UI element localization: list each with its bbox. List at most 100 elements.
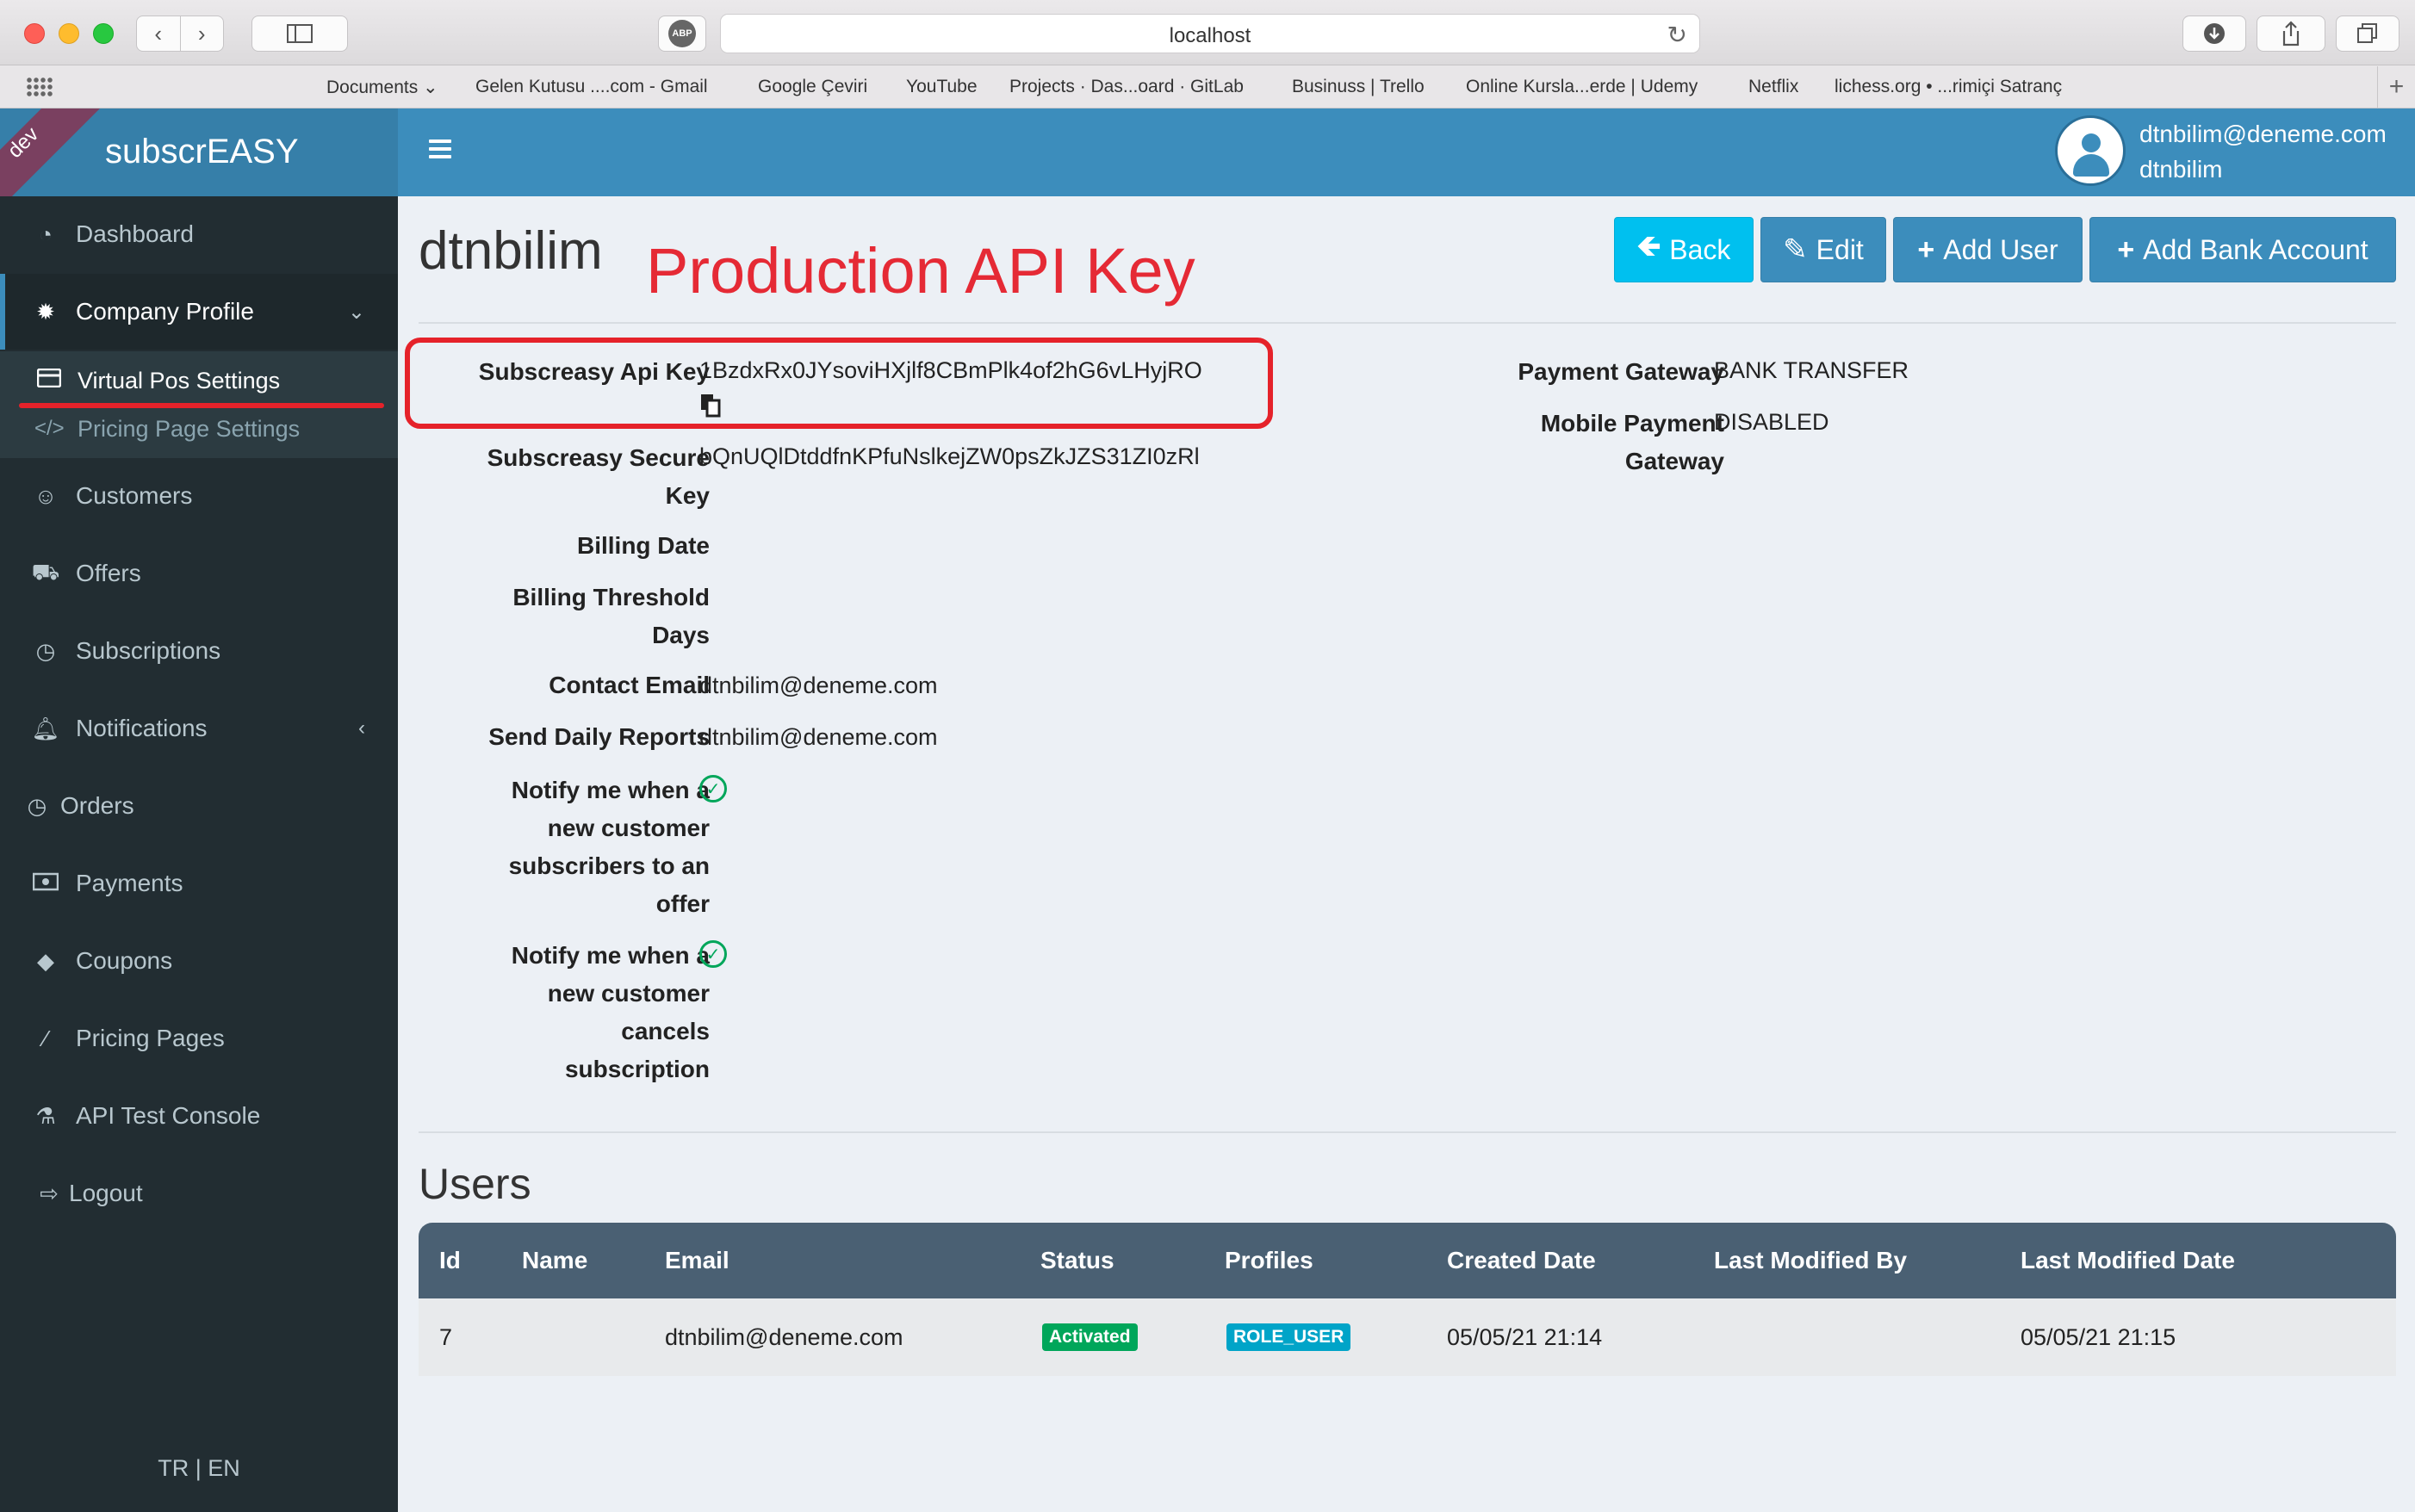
bookmark-gitlab[interactable]: Projects · Das...oard · GitLab xyxy=(1009,77,1244,97)
language-switcher[interactable]: TR | EN xyxy=(0,1455,398,1482)
bookmark-documents[interactable]: Documents ⌄ xyxy=(326,77,438,98)
brand-logo-area[interactable]: dev subscrEASY xyxy=(0,108,398,196)
chevron-left-icon: ‹ xyxy=(358,716,365,740)
sidebar-item-coupons[interactable]: ◆ Coupons xyxy=(0,923,398,999)
back-label: Back xyxy=(1669,233,1731,265)
browser-toolbar: ‹ › ABP localhost ↻ xyxy=(0,0,2415,65)
grid-icon[interactable] xyxy=(26,77,53,97)
address-bar[interactable]: localhost ↻ xyxy=(720,14,1700,53)
annotation-title: Production API Key xyxy=(646,235,1195,307)
cell-email: dtnbilim@deneme.com xyxy=(665,1323,903,1350)
add-bank-label: Add Bank Account xyxy=(2143,233,2368,265)
menu-toggle-icon[interactable] xyxy=(429,139,451,163)
col-created-date[interactable]: Created Date xyxy=(1447,1223,1596,1298)
sidebar-item-label: Dashboard xyxy=(76,220,194,247)
sidebar-item-subscriptions[interactable]: ◷ Subscriptions xyxy=(0,613,398,689)
bookmark-translate[interactable]: Google Çeviri xyxy=(758,77,867,97)
payment-gateway-value: BANK TRANSFER xyxy=(1714,357,1909,383)
cell-status: Activated xyxy=(1042,1298,1138,1376)
zoom-window-button[interactable] xyxy=(93,23,114,44)
share-icon xyxy=(2282,21,2300,46)
sidebar-item-pricing-pages[interactable]: ⁄ Pricing Pages xyxy=(0,1001,398,1076)
col-id[interactable]: Id xyxy=(439,1223,461,1298)
sidebar-toggle-button[interactable] xyxy=(251,15,348,52)
sidebar-item-label: Pricing Page Settings xyxy=(78,415,301,442)
api-key-value: 1BzdxRx0JYsoviHXjlf8CBmPlk4of2hG6vLHyjRO xyxy=(699,357,1202,383)
table-header: Id Name Email Status Profiles Created Da… xyxy=(419,1223,2396,1298)
adblock-extension-button[interactable]: ABP xyxy=(658,15,706,52)
credit-card-icon xyxy=(34,368,64,393)
minimize-window-button[interactable] xyxy=(59,23,79,44)
secure-key-value: bQnUQlDtddfnKPfuNslkejZW0psZkJZS31ZI0zRl xyxy=(699,443,1200,469)
sidebar-item-logout[interactable]: ⇨ Logout xyxy=(0,1156,398,1231)
sidebar-item-company-profile[interactable]: ✹ Company Profile ⌄ xyxy=(0,274,398,350)
tabs-overview-button[interactable] xyxy=(2336,15,2399,52)
back-arrow-icon[interactable]: ‹ xyxy=(137,21,180,47)
plus-icon: + xyxy=(2117,232,2135,266)
back-button[interactable]: 🡸 Back xyxy=(1614,217,1754,282)
edit-label: Edit xyxy=(1816,233,1864,265)
contact-email-value: dtnbilim@deneme.com xyxy=(699,672,938,698)
close-window-button[interactable] xyxy=(24,23,45,44)
sidebar: ◔ Dashboard ✹ Company Profile ⌄ Virtual … xyxy=(0,196,398,1512)
user-avatar[interactable] xyxy=(2055,115,2126,186)
profile-badge: ROLE_USER xyxy=(1226,1323,1351,1351)
notify-subscribe-label: Notify me when a new customer subscribers … xyxy=(508,777,710,917)
col-email[interactable]: Email xyxy=(665,1223,729,1298)
plus-icon: + xyxy=(1917,232,1935,266)
annotation-underline xyxy=(19,403,384,408)
billing-date-label: Billing Date xyxy=(576,532,710,559)
billing-threshold-label: Billing Threshold Days xyxy=(512,584,710,648)
nav-buttons: ‹ › xyxy=(136,15,224,52)
browser-chrome: ‹ › ABP localhost ↻ Documents ⌄ Gelen Ku… xyxy=(0,0,2415,108)
clock-icon: ◷ xyxy=(35,637,56,664)
gear-icon: ✹ xyxy=(36,298,55,325)
table-row[interactable]: 7 dtnbilim@deneme.com Activated ROLE_USE… xyxy=(419,1298,2396,1376)
sidebar-item-virtual-pos-settings[interactable]: Virtual Pos Settings xyxy=(0,356,398,405)
sidebar-item-api-test-console[interactable]: ⚗ API Test Console xyxy=(0,1078,398,1154)
downloads-button[interactable] xyxy=(2182,15,2246,52)
share-button[interactable] xyxy=(2257,15,2325,52)
bookmarks-bar: Documents ⌄ Gelen Kutusu ....com - Gmail… xyxy=(0,66,2415,108)
reload-icon[interactable]: ↻ xyxy=(1667,21,1687,49)
forward-arrow-icon[interactable]: › xyxy=(180,21,223,47)
sidebar-item-payments[interactable]: Payments xyxy=(0,846,398,921)
col-last-modified-by[interactable]: Last Modified By xyxy=(1714,1223,1907,1298)
add-user-button[interactable]: + Add User xyxy=(1893,217,2083,282)
bookmark-trello[interactable]: Businuss | Trello xyxy=(1292,77,1425,97)
divider xyxy=(419,1131,2396,1133)
sidebar-item-label: Payments xyxy=(76,870,183,896)
col-profiles[interactable]: Profiles xyxy=(1225,1223,1313,1298)
add-user-label: Add User xyxy=(1943,233,2058,265)
user-name[interactable]: dtnbilim xyxy=(2139,156,2222,183)
sidebar-item-dashboard[interactable]: ◔ Dashboard xyxy=(0,196,398,272)
bell-icon: 🔔︎ xyxy=(31,715,60,741)
bookmark-netflix[interactable]: Netflix xyxy=(1748,77,1798,97)
download-icon xyxy=(2204,23,2225,44)
sidebar-item-notifications[interactable]: 🔔︎ Notifications ‹ xyxy=(0,691,398,766)
bookmark-gmail[interactable]: Gelen Kutusu ....com - Gmail xyxy=(475,77,708,97)
bookmark-udemy[interactable]: Online Kursla...erde | Udemy xyxy=(1466,77,1698,97)
new-tab-button[interactable]: + xyxy=(2377,66,2415,108)
contact-email-label: Contact Email xyxy=(549,672,710,698)
sidebar-item-label: Notifications xyxy=(76,715,208,741)
bookmark-lichess[interactable]: lichess.org • ...rimiçi Satranç xyxy=(1835,77,2062,97)
main-content: dtnbilim Production API Key 🡸 Back ✎ Edit … xyxy=(398,196,2415,1512)
sidebar-item-orders[interactable]: ◷ Orders xyxy=(0,768,398,844)
copy-icon[interactable] xyxy=(699,393,722,418)
api-key-label: Subscreasy Api Key xyxy=(478,358,710,385)
tabs-icon xyxy=(2357,23,2377,43)
cell-profiles: ROLE_USER xyxy=(1226,1298,1351,1376)
bookmark-youtube[interactable]: YouTube xyxy=(906,77,978,97)
edit-button[interactable]: ✎ Edit xyxy=(1760,217,1886,282)
user-email[interactable]: dtnbilim@deneme.com xyxy=(2139,121,2387,148)
flask-icon: ⚗ xyxy=(35,1102,56,1129)
col-name[interactable]: Name xyxy=(522,1223,587,1298)
sidebar-item-pricing-page-settings[interactable]: </> Pricing Page Settings xyxy=(0,405,398,453)
sidebar-item-offers[interactable]: ⛟ Offers xyxy=(0,536,398,611)
secure-key-label: Subscreasy Secure Key xyxy=(487,444,710,509)
add-bank-account-button[interactable]: + Add Bank Account xyxy=(2089,217,2396,282)
sidebar-item-customers[interactable]: ☺ Customers xyxy=(0,458,398,534)
col-status[interactable]: Status xyxy=(1040,1223,1114,1298)
col-last-modified-date[interactable]: Last Modified Date xyxy=(2021,1223,2235,1298)
